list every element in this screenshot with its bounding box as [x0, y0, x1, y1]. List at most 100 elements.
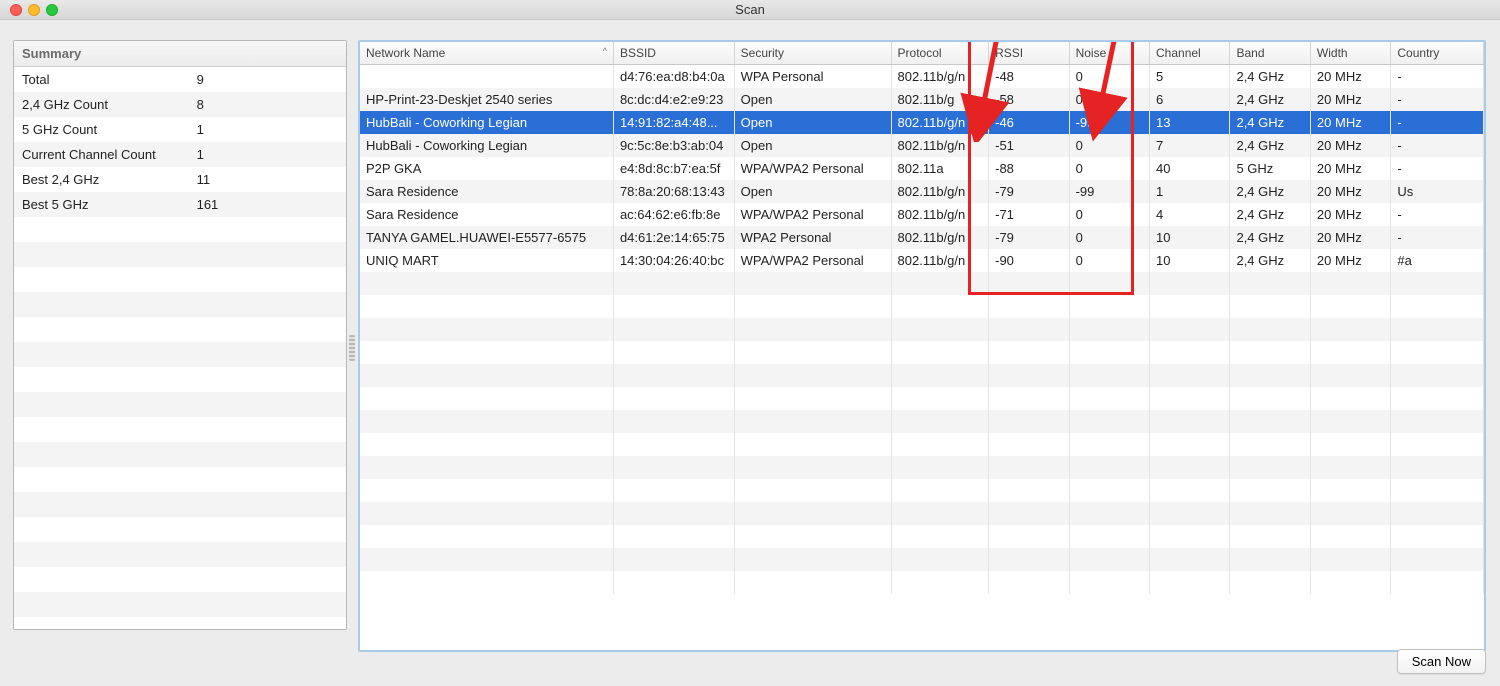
cell-rssi: -88 [989, 157, 1069, 180]
window-close-icon[interactable] [10, 4, 22, 16]
cell-bssid: 8c:dc:d4:e2:e9:23 [613, 88, 734, 111]
cell-name: P2P GKA [360, 157, 613, 180]
table-row[interactable]: UNIQ MART14:30:04:26:40:bcWPA/WPA2 Perso… [360, 249, 1484, 272]
cell-country: - [1391, 111, 1484, 134]
summary-label: Best 5 GHz [14, 192, 197, 217]
cell-band: 2,4 GHz [1230, 88, 1310, 111]
col-network-name[interactable]: Network Name^ [360, 42, 613, 65]
cell-protocol: 802.11b/g/n [891, 226, 989, 249]
cell-name: HubBali - Coworking Legian [360, 111, 613, 134]
summary-label: 5 GHz Count [14, 117, 197, 142]
summary-value: 1 [197, 142, 346, 167]
col-channel[interactable]: Channel [1150, 42, 1230, 65]
table-row-empty [360, 433, 1484, 456]
table-row-empty [360, 502, 1484, 525]
scan-now-button[interactable]: Scan Now [1397, 649, 1486, 674]
cell-rssi: -71 [989, 203, 1069, 226]
table-row[interactable]: HubBali - Coworking Legian14:91:82:a4:48… [360, 111, 1484, 134]
cell-rssi: -58 [989, 88, 1069, 111]
cell-bssid: ac:64:62:e6:fb:8e [613, 203, 734, 226]
col-noise[interactable]: Noise [1069, 42, 1149, 65]
table-row-empty [360, 318, 1484, 341]
cell-channel: 4 [1150, 203, 1230, 226]
cell-bssid: 14:91:82:a4:48... [613, 111, 734, 134]
cell-noise: 0 [1069, 134, 1149, 157]
table-row-empty [360, 571, 1484, 594]
cell-security: Open [734, 180, 891, 203]
cell-name: HubBali - Coworking Legian [360, 134, 613, 157]
summary-row-empty [14, 392, 346, 417]
cell-country: Us [1391, 180, 1484, 203]
cell-width: 20 MHz [1310, 226, 1390, 249]
col-country[interactable]: Country [1391, 42, 1484, 65]
cell-width: 20 MHz [1310, 203, 1390, 226]
networks-panel: Network Name^ BSSID Security Protocol RS… [358, 40, 1486, 652]
table-row-empty [360, 479, 1484, 502]
col-protocol[interactable]: Protocol [891, 42, 989, 65]
cell-noise: 0 [1069, 88, 1149, 111]
cell-name [360, 65, 613, 89]
cell-name: Sara Residence [360, 203, 613, 226]
summary-row-empty [14, 317, 346, 342]
cell-rssi: -48 [989, 65, 1069, 89]
col-security[interactable]: Security [734, 42, 891, 65]
summary-row-empty [14, 342, 346, 367]
cell-protocol: 802.11b/g/n [891, 111, 989, 134]
summary-row: 2,4 GHz Count8 [14, 92, 346, 117]
table-row[interactable]: d4:76:ea:d8:b4:0aWPA Personal802.11b/g/n… [360, 65, 1484, 89]
window-minimize-icon[interactable] [28, 4, 40, 16]
table-row[interactable]: Sara Residence78:8a:20:68:13:43Open802.1… [360, 180, 1484, 203]
summary-row: Best 2,4 GHz11 [14, 167, 346, 192]
summary-row-empty [14, 542, 346, 567]
cell-band: 5 GHz [1230, 157, 1310, 180]
summary-row-empty [14, 442, 346, 467]
col-rssi[interactable]: RSSI [989, 42, 1069, 65]
col-band[interactable]: Band [1230, 42, 1310, 65]
cell-protocol: 802.11b/g/n [891, 249, 989, 272]
cell-channel: 10 [1150, 226, 1230, 249]
cell-security: WPA/WPA2 Personal [734, 157, 891, 180]
cell-security: Open [734, 88, 891, 111]
cell-protocol: 802.11b/g/n [891, 134, 989, 157]
cell-protocol: 802.11b/g/n [891, 65, 989, 89]
cell-rssi: -90 [989, 249, 1069, 272]
summary-row: Total9 [14, 67, 346, 92]
table-row[interactable]: HP-Print-23-Deskjet 2540 series8c:dc:d4:… [360, 88, 1484, 111]
cell-rssi: -79 [989, 226, 1069, 249]
window-zoom-icon[interactable] [46, 4, 58, 16]
col-width[interactable]: Width [1310, 42, 1390, 65]
summary-value: 9 [197, 67, 346, 92]
splitter-handle[interactable] [349, 335, 355, 361]
summary-value: 11 [197, 167, 346, 192]
cell-rssi: -79 [989, 180, 1069, 203]
cell-name: TANYA GAMEL.HUAWEI-E5577-6575 [360, 226, 613, 249]
cell-bssid: 14:30:04:26:40:bc [613, 249, 734, 272]
cell-country: #a [1391, 249, 1484, 272]
cell-country: - [1391, 157, 1484, 180]
table-row-empty [360, 548, 1484, 571]
cell-noise: 0 [1069, 203, 1149, 226]
cell-country: - [1391, 203, 1484, 226]
cell-width: 20 MHz [1310, 88, 1390, 111]
cell-channel: 1 [1150, 180, 1230, 203]
cell-name: Sara Residence [360, 180, 613, 203]
cell-bssid: d4:61:2e:14:65:75 [613, 226, 734, 249]
table-row-empty [360, 410, 1484, 433]
cell-security: WPA2 Personal [734, 226, 891, 249]
cell-noise: 0 [1069, 157, 1149, 180]
cell-security: WPA/WPA2 Personal [734, 249, 891, 272]
cell-country: - [1391, 88, 1484, 111]
summary-table: Total92,4 GHz Count85 GHz Count1Current … [14, 67, 346, 630]
cell-channel: 6 [1150, 88, 1230, 111]
cell-band: 2,4 GHz [1230, 249, 1310, 272]
summary-label: Current Channel Count [14, 142, 197, 167]
table-row[interactable]: P2P GKAe4:8d:8c:b7:ea:5fWPA/WPA2 Persona… [360, 157, 1484, 180]
cell-security: WPA/WPA2 Personal [734, 203, 891, 226]
cell-noise: -99 [1069, 111, 1149, 134]
table-row-empty [360, 364, 1484, 387]
col-bssid[interactable]: BSSID [613, 42, 734, 65]
table-row[interactable]: HubBali - Coworking Legian9c:5c:8e:b3:ab… [360, 134, 1484, 157]
table-row[interactable]: TANYA GAMEL.HUAWEI-E5577-6575d4:61:2e:14… [360, 226, 1484, 249]
cell-name: HP-Print-23-Deskjet 2540 series [360, 88, 613, 111]
table-row[interactable]: Sara Residenceac:64:62:e6:fb:8eWPA/WPA2 … [360, 203, 1484, 226]
